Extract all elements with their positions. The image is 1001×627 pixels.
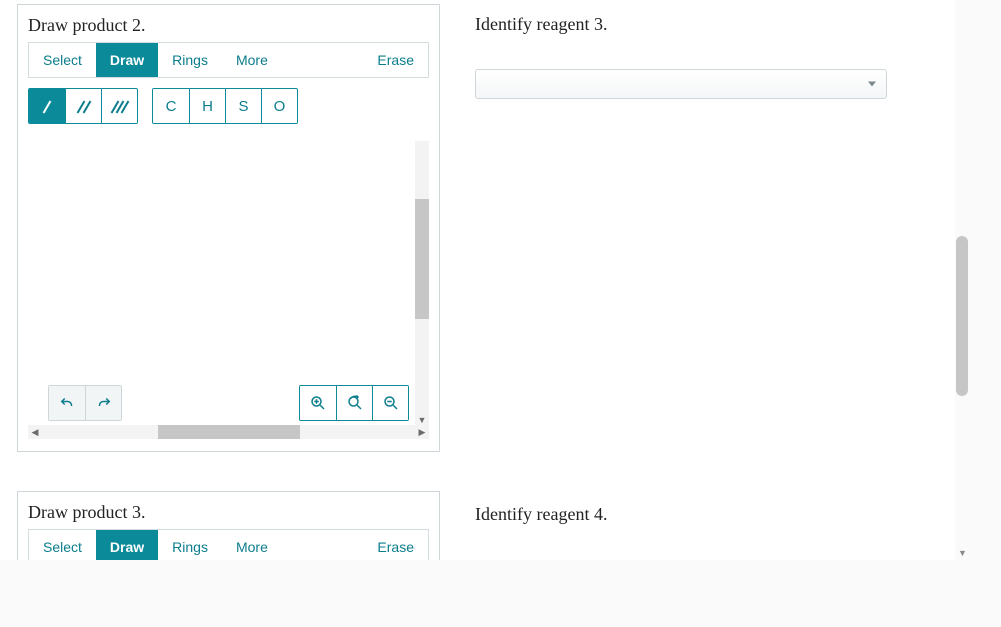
canvas-horizontal-thumb[interactable]	[158, 425, 300, 439]
tabbar: Select Draw Rings More Erase	[28, 42, 429, 78]
tab-draw[interactable]: Draw	[96, 43, 158, 77]
atom-o-button[interactable]: O	[261, 89, 297, 123]
atom-s-button[interactable]: S	[225, 89, 261, 123]
undo-redo-group	[48, 385, 122, 421]
chevron-down-icon	[868, 82, 876, 87]
canvas-horizontal-scrollbar[interactable]: ◀ ▶	[28, 425, 429, 439]
zoom-out-button[interactable]	[372, 386, 408, 420]
tab-more[interactable]: More	[222, 530, 282, 560]
page-scroll-down-icon[interactable]: ▼	[958, 548, 967, 558]
content: Draw product 2. Select Draw Rings More E…	[0, 0, 955, 560]
scroll-right-icon[interactable]: ▶	[415, 425, 429, 439]
tab-select[interactable]: Select	[29, 530, 96, 560]
toolrow: C H S O	[18, 78, 439, 124]
identify-reagent-3-title: Identify reagent 3.	[475, 14, 607, 35]
undo-button[interactable]	[49, 386, 85, 420]
double-bond-button[interactable]	[65, 89, 101, 123]
tab-erase[interactable]: Erase	[363, 43, 428, 77]
draw-product-3-panel: Draw product 3. Select Draw Rings More E…	[17, 491, 440, 560]
atom-c-button[interactable]: C	[153, 89, 189, 123]
panel-title: Draw product 2.	[18, 5, 439, 42]
zoom-group	[299, 385, 409, 421]
canvas-vertical-thumb[interactable]	[415, 199, 429, 319]
tab-erase[interactable]: Erase	[363, 530, 428, 560]
reagent-3-select[interactable]	[475, 69, 887, 99]
identify-reagent-4-title: Identify reagent 4.	[475, 504, 607, 525]
zoom-in-button[interactable]	[300, 386, 336, 420]
atom-group: C H S O	[152, 88, 298, 124]
scroll-left-icon[interactable]: ◀	[28, 425, 42, 439]
tab-rings[interactable]: Rings	[158, 43, 222, 77]
panel-title: Draw product 3.	[18, 492, 439, 529]
page-vertical-thumb[interactable]	[956, 236, 968, 396]
canvas-vertical-scrollbar[interactable]: ▼	[415, 141, 429, 427]
tab-select[interactable]: Select	[29, 43, 96, 77]
redo-button[interactable]	[85, 386, 121, 420]
zoom-fit-button[interactable]	[336, 386, 372, 420]
tab-draw[interactable]: Draw	[96, 530, 158, 560]
draw-product-2-panel: Draw product 2. Select Draw Rings More E…	[17, 4, 440, 452]
tab-more[interactable]: More	[222, 43, 282, 77]
triple-bond-button[interactable]	[101, 89, 137, 123]
atom-h-button[interactable]: H	[189, 89, 225, 123]
main-scroll: Draw product 2. Select Draw Rings More E…	[0, 0, 955, 560]
single-bond-button[interactable]	[29, 89, 65, 123]
page-vertical-scrollbar[interactable]: ▼	[956, 0, 968, 560]
tab-rings[interactable]: Rings	[158, 530, 222, 560]
bond-group	[28, 88, 138, 124]
tabbar: Select Draw Rings More Erase	[28, 529, 429, 560]
